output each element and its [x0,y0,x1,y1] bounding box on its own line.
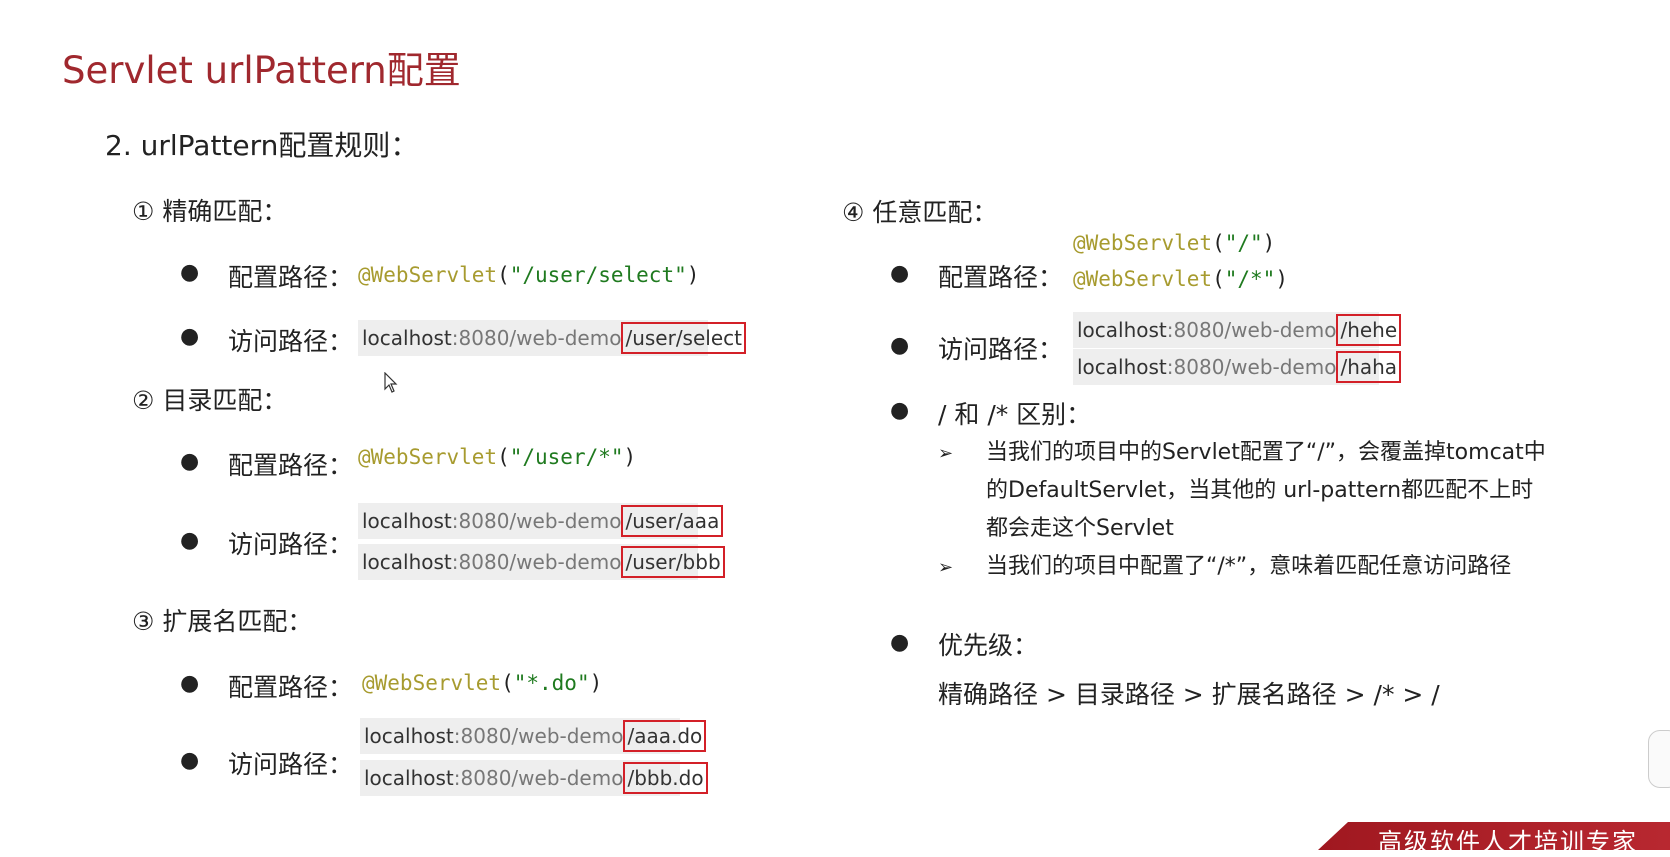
bullet-icon: ● [890,261,910,286]
config-code: @WebServlet("/") [1073,231,1276,255]
url-box: localhost:8080/web-demo/hehe [1073,312,1402,348]
bullet-icon: ● [180,260,200,285]
section-subtitle: 2. urlPattern配置规则： [105,129,419,162]
url-box: localhost:8080/web-demo/bbb.do [360,760,708,796]
config-label: 配置路径： [228,263,354,292]
bullet-icon: ● [890,630,910,655]
url-box: localhost:8080/web-demo/aaa.do [360,718,707,754]
url-box: localhost:8080/web-demo/user/select [358,320,746,356]
footer-text: 高级软件人才培训专家 [1378,828,1638,856]
footer-banner: 高级软件人才培训专家 [1318,822,1670,850]
ext-match-heading: ③ 扩展名匹配： [132,607,313,636]
exact-match-heading: ① 精确匹配： [132,197,288,226]
bullet-icon: ● [180,748,200,773]
priority-order: 精确路径 > 目录路径 > 扩展名路径 > /* > / [938,680,1440,709]
url-box: localhost:8080/web-demo/user/aaa [358,503,724,539]
url-box: localhost:8080/web-demo/haha [1073,349,1402,385]
access-label: 访问路径： [938,335,1064,364]
bullet-icon: ● [890,333,910,358]
bullet-icon: ● [180,449,200,474]
highlight-box: /user/select [621,322,746,354]
access-label: 访问路径： [228,327,354,356]
config-code: @WebServlet("/user/*") [358,445,637,469]
bullet-icon: ● [180,528,200,553]
highlight-box: /haha [1336,351,1402,383]
bullet-icon: ● [890,398,910,423]
arrow-bullet-icon: ➢ [938,443,954,464]
config-label: 配置路径： [228,673,354,702]
arrow-bullet-icon: ➢ [938,557,954,578]
highlight-box: /bbb.do [623,762,708,794]
diff-note: 当我们的项目中的Servlet配置了“/”，会覆盖掉tomcat中的Defaul… [986,440,1546,541]
highlight-box: /hehe [1336,314,1402,346]
config-code: @WebServlet("/user/select") [358,263,700,287]
diff-heading: / 和 /* 区别： [938,400,1092,429]
config-label: 配置路径： [228,451,354,480]
highlight-box: /user/bbb [621,546,725,578]
highlight-box: /user/aaa [621,505,724,537]
config-code: @WebServlet("*.do") [362,671,603,695]
dir-match-heading: ② 目录匹配： [132,386,288,415]
access-label: 访问路径： [228,750,354,779]
bullet-icon: ● [180,324,200,349]
bullet-icon: ● [180,671,200,696]
any-match-heading: ④ 任意匹配： [842,198,998,227]
mouse-cursor-icon [384,372,398,393]
url-box: localhost:8080/web-demo/user/bbb [358,544,725,580]
config-label: 配置路径： [938,263,1064,292]
priority-heading: 优先级： [938,631,1039,660]
side-scroll-tab[interactable] [1648,730,1670,788]
page-title: Servlet urlPattern配置 [62,49,461,92]
access-label: 访问路径： [228,530,354,559]
config-code: @WebServlet("/*") [1073,267,1288,291]
highlight-box: /aaa.do [623,720,707,752]
diff-note: 当我们的项目中配置了“/*”，意味着匹配任意访问路径 [986,554,1512,579]
